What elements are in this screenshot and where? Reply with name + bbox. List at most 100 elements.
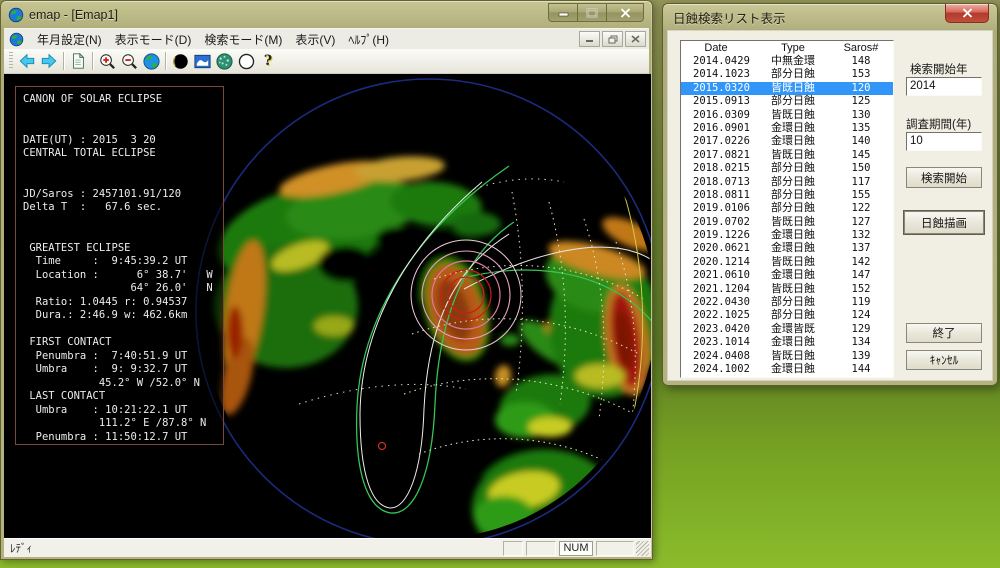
maximize-icon: [586, 8, 598, 17]
info-line: Umbra : 10:21:22.1 UT: [23, 403, 188, 416]
zoom-out-icon[interactable]: [118, 50, 140, 72]
list-row[interactable]: 2020.1214 皆既日蝕 142: [681, 256, 893, 269]
menu-item[interactable]: 年月設定(N): [37, 31, 102, 48]
list-row[interactable]: 2014.0429 中無金環 148: [681, 55, 893, 68]
list-row[interactable]: 2018.0811 部分日蝕 155: [681, 189, 893, 202]
info-line: Penumbra : 7:40:51.9 UT: [23, 349, 188, 362]
menu-item[interactable]: 表示(V): [295, 31, 335, 48]
mdi-close-icon: [631, 35, 640, 43]
map-icon[interactable]: [191, 50, 213, 72]
info-line: Umbra : 9: 9:32.7 UT: [23, 363, 188, 375]
info-line: Delta T : 67.6 sec.: [23, 201, 163, 213]
list-row[interactable]: 2015.0913 部分日蝕 125: [681, 95, 893, 108]
info-line: LAST CONTACT: [23, 390, 106, 402]
info-line: DATE(UT) : 2015 3 20: [23, 133, 156, 146]
info-line: CENTRAL TOTAL ECLIPSE: [23, 147, 156, 159]
status-pane: [526, 540, 556, 556]
draw-eclipse-button[interactable]: 日蝕描画: [904, 211, 984, 234]
header-saros: Saros#: [843, 42, 879, 54]
cancel-button[interactable]: ｷｬﾝｾﾙ: [906, 350, 982, 370]
back-arrow-icon[interactable]: [16, 50, 38, 72]
info-line: Ratio: 1.0445 r: 0.94537: [23, 295, 188, 308]
mdi-close-button[interactable]: [625, 31, 646, 47]
list-row[interactable]: 2016.0309 皆既日蝕 130: [681, 109, 893, 122]
list-row[interactable]: 2019.0702 皆既日蝕 127: [681, 216, 893, 229]
info-line: 45.2° W /52.0° N: [23, 376, 201, 389]
list-row[interactable]: 2015.0320 皆既日蝕 120: [681, 81, 893, 96]
white-circle-icon[interactable]: [235, 50, 257, 72]
zoom-in-icon[interactable]: [96, 50, 118, 72]
list-row[interactable]: 2018.0215 部分日蝕 150: [681, 162, 893, 175]
header-type: Type: [781, 42, 805, 54]
app-globe-icon: [8, 7, 24, 22]
new-document-icon[interactable]: [67, 50, 89, 72]
info-line: Location : 6° 38.7' W: [23, 268, 213, 281]
mdi-restore-button[interactable]: [602, 31, 623, 47]
new-moon-icon[interactable]: [169, 50, 191, 72]
list-row[interactable]: 2017.0821 皆既日蝕 145: [681, 149, 893, 162]
menu-item[interactable]: 表示モード(D): [115, 31, 192, 48]
info-line: [23, 107, 223, 121]
list-row[interactable]: 2024.1002 金環日蝕 144: [681, 363, 893, 376]
toolbar: ?: [4, 49, 649, 74]
help-icon[interactable]: ?: [257, 50, 279, 72]
list-row[interactable]: 2016.0901 金環日蝕 135: [681, 122, 893, 135]
dialog-title: 日蝕検索リスト表示: [673, 11, 786, 26]
info-line: Time : 9:45:39.2 UT: [23, 255, 188, 267]
info-line: 111.2° E /87.8° N: [23, 417, 207, 429]
status-text: ﾚﾃﾞｨ: [10, 543, 32, 555]
title-bar[interactable]: emap - [Emap1]: [1, 1, 652, 28]
minimize-button[interactable]: [548, 3, 577, 22]
toolbar-grip: [9, 52, 13, 70]
info-line: [23, 323, 223, 337]
mdi-restore-icon: [608, 35, 617, 43]
child-globe-icon: [9, 32, 24, 46]
eclipse-search-dialog: 日蝕検索リスト表示 Date Type Saros# 2014.0429 中無金環…: [662, 3, 998, 386]
dialog-title-bar[interactable]: 日蝕検索リスト表示: [663, 4, 997, 30]
list-row[interactable]: 2019.1226 金環日蝕 132: [681, 229, 893, 242]
list-row[interactable]: 2022.0430 部分日蝕 119: [681, 296, 893, 309]
close-button[interactable]: [606, 3, 644, 22]
emap-window: emap - [Emap1] 年月設定(N) 表示モード(D) 検索モード(M) 表示…: [0, 0, 653, 560]
forward-arrow-icon[interactable]: [38, 50, 60, 72]
list-row[interactable]: 2023.1014 金環日蝕 134: [681, 336, 893, 349]
list-row[interactable]: 2014.1023 部分日蝕 153: [681, 68, 893, 81]
list-row[interactable]: 2018.0713 部分日蝕 117: [681, 176, 893, 189]
header-date: Date: [704, 42, 728, 54]
map-view[interactable]: CANON OF SOLAR ECLIPSE DATE(UT) : 2015 3…: [4, 74, 651, 540]
info-line: CANON OF SOLAR ECLIPSE: [23, 93, 163, 105]
list-row[interactable]: 2024.0408 皆既日蝕 139: [681, 350, 893, 363]
close-icon: [620, 7, 630, 18]
list-row[interactable]: 2022.1025 部分日蝕 124: [681, 309, 893, 322]
exit-button[interactable]: 終了: [906, 323, 982, 343]
info-line: FIRST CONTACT: [23, 336, 112, 348]
dialog-body: Date Type Saros# 2014.0429 中無金環 148 2014.10…: [667, 30, 993, 381]
menu-item[interactable]: 検索モード(M): [204, 31, 282, 48]
list-row[interactable]: 2021.0610 金環日蝕 147: [681, 269, 893, 282]
list-row[interactable]: 2017.0226 金環日蝕 140: [681, 135, 893, 148]
info-line: JD/Saros : 2457101.91/120: [23, 187, 182, 200]
list-header: Date Type Saros#: [681, 41, 893, 55]
menu-item[interactable]: ﾍﾙﾌﾟ(H): [348, 31, 389, 48]
list-row[interactable]: 2023.0420 金環皆既 129: [681, 323, 893, 336]
moon-globe-icon[interactable]: [213, 50, 235, 72]
info-line: [23, 228, 223, 242]
list-row[interactable]: 2020.0621 金環日蝕 137: [681, 242, 893, 255]
eclipse-info-panel: CANON OF SOLAR ECLIPSE DATE(UT) : 2015 3…: [15, 86, 224, 445]
close-icon: [962, 8, 972, 18]
list-row[interactable]: 2019.0106 部分日蝕 122: [681, 202, 893, 215]
mdi-minimize-button[interactable]: [579, 31, 600, 47]
menu-bar: 年月設定(N) 表示モード(D) 検索モード(M) 表示(V) ﾍﾙﾌﾟ(H): [4, 28, 649, 49]
info-line: [23, 120, 223, 134]
eclipse-list[interactable]: Date Type Saros# 2014.0429 中無金環 148 2014.10…: [680, 40, 894, 378]
info-line: [23, 161, 223, 175]
start-year-input[interactable]: 2014: [906, 77, 982, 96]
window-title: emap - [Emap1]: [29, 7, 118, 22]
survey-period-input[interactable]: 10: [906, 132, 982, 151]
list-row[interactable]: 2021.1204 皆既日蝕 152: [681, 283, 893, 296]
resize-grip[interactable]: [636, 540, 649, 556]
dialog-close-button[interactable]: [945, 4, 989, 23]
search-start-button[interactable]: 検索開始: [906, 167, 982, 188]
maximize-button[interactable]: [577, 3, 606, 22]
globe-icon[interactable]: [140, 50, 162, 72]
